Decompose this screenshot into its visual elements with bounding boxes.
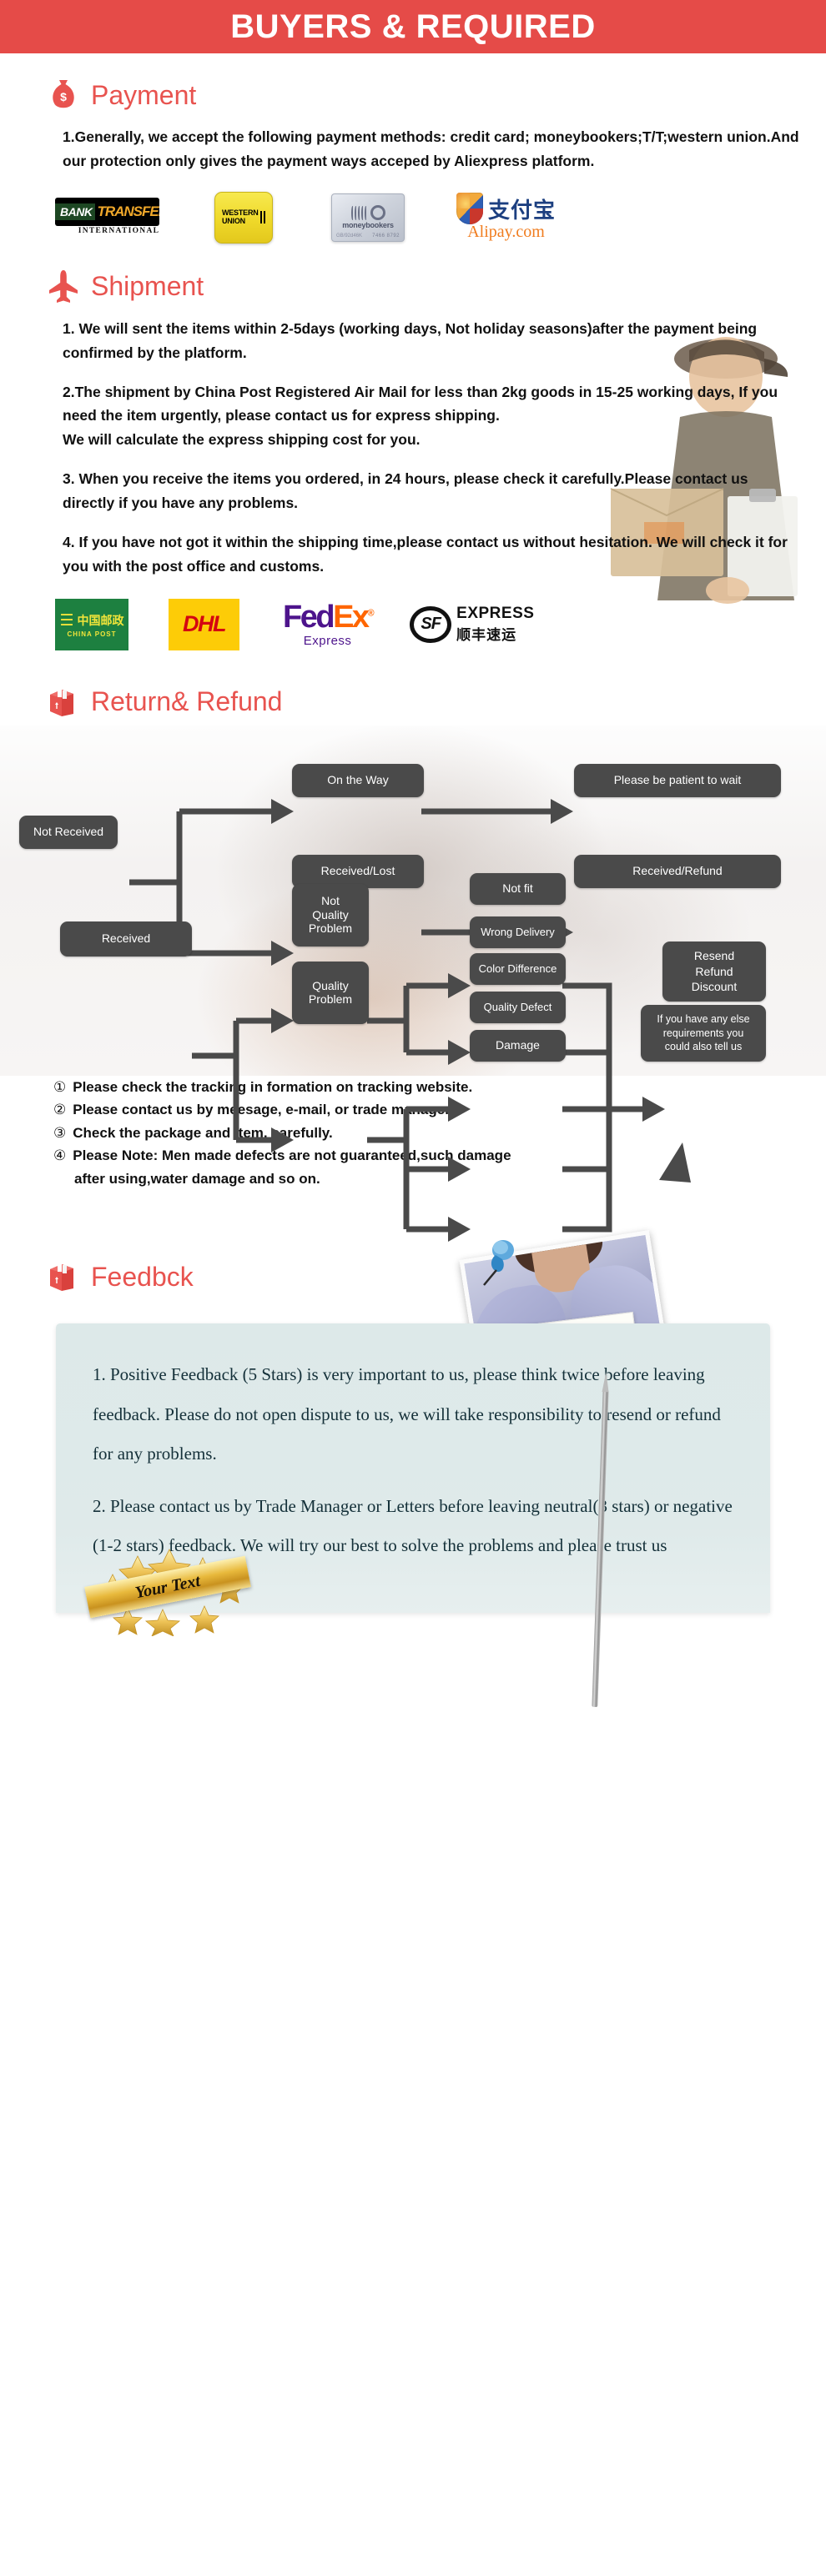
return-refund-flowchart: Not Received On the Way Please be patien…	[0, 725, 826, 1242]
push-pin-icon	[481, 1238, 519, 1288]
moneybookers-waves-icon	[350, 205, 385, 221]
payment-logos: BANK TRANSFER INTERNATIONAL WESTERN UNIO…	[0, 191, 826, 244]
shipment-paragraph-2: 2.The shipment by China Post Registered …	[63, 383, 778, 424]
flow-node-please-be-patient: Please be patient to wait	[574, 763, 781, 797]
china-post-english: CHINA POST	[67, 630, 117, 638]
package-box-icon	[46, 684, 81, 721]
fedex-sub: Express	[303, 633, 352, 648]
alipay-domain: Alipay.com	[467, 223, 545, 242]
payment-body: 1.Generally, we accept the following pay…	[0, 125, 826, 173]
alipay-shield-icon	[456, 193, 483, 225]
airplane-icon	[46, 269, 81, 305]
shipment-paragraph-1: 1. We will sent the items within 2-5days…	[63, 319, 758, 361]
china-post-chinese: 中国邮政	[77, 614, 124, 628]
money-bag-icon: $	[46, 77, 81, 113]
flow-node-received: Received	[60, 921, 192, 957]
western-union-logo: WESTERN UNION	[214, 191, 273, 244]
fedex-part1: Fed	[283, 599, 335, 635]
fedex-logo: FedEx® Express	[283, 599, 375, 648]
bank-transfer-primary: BANK	[55, 203, 96, 220]
payment-heading: Payment	[91, 79, 197, 110]
sf-mark: SF	[421, 615, 441, 634]
shipment-section-header: Shipment	[0, 269, 826, 305]
alipay-chinese: 支付宝	[488, 198, 557, 223]
alipay-logo: 支付宝 Alipay.com	[456, 193, 556, 242]
dhl-wordmark: DHL	[183, 611, 227, 637]
bank-transfer-logo: BANK TRANSFER INTERNATIONAL	[55, 197, 160, 238]
carrier-logos: ☰ 中国邮政 CHINA POST DHL FedEx® Express SF …	[0, 598, 826, 650]
return-refund-heading: Return& Refund	[91, 686, 283, 717]
payment-paragraph: 1.Generally, we accept the following pay…	[63, 128, 799, 169]
flow-node-on-the-way: On the Way	[292, 763, 424, 797]
flow-node-not-received: Not Received	[19, 815, 118, 849]
flow-node-not-quality-problem: Not Quality Problem	[292, 883, 369, 947]
moneybookers-label: moneybookers	[342, 221, 394, 230]
sf-english: EXPRESS	[456, 605, 535, 623]
package-box-icon	[46, 1258, 81, 1295]
moneybookers-logo: moneybookers GB/92d46K 7466 8792	[331, 193, 405, 242]
page-header: BUYERS & REQUIRED	[0, 0, 826, 53]
svg-text:$: $	[60, 90, 67, 103]
bank-transfer-sub: INTERNATIONAL	[78, 226, 160, 235]
shipment-body: 1. We will sent the items within 2-5days…	[0, 317, 826, 604]
flow-node-received-lost: Received/Lost	[292, 854, 424, 888]
wu-bars-icon	[259, 211, 266, 224]
flow-node-quality-problem: Quality Problem	[292, 961, 369, 1024]
star-badge: Your Text	[81, 1538, 256, 1636]
moneybookers-code2: GB/92d46K	[336, 233, 363, 239]
flow-node-quality-defect: Quality Defect	[470, 991, 566, 1023]
flow-node-damage: Damage	[470, 1029, 566, 1062]
return-refund-section-header: Return& Refund	[0, 684, 826, 721]
feedback-heading: Feedbck	[91, 1261, 194, 1292]
flow-node-wrong-delivery: Wrong Delivery	[470, 916, 566, 948]
star-badge-text: Your Text	[133, 1570, 202, 1602]
payment-section-header: $ Payment	[0, 77, 826, 113]
feedback-paragraph-1: 1. Positive Feedback (5 Stars) is very i…	[93, 1364, 721, 1464]
flow-node-resend-refund-discount: Resend Refund Discount	[662, 941, 766, 1002]
page-title: BUYERS & REQUIRED	[230, 8, 596, 45]
china-post-logo: ☰ 中国邮政 CHINA POST	[55, 598, 128, 650]
flow-node-tell-us-callout: If you have any else requirements you co…	[641, 1004, 766, 1062]
shipment-paragraph-3: We will calculate the express shipping c…	[63, 431, 421, 449]
flow-node-color-difference: Color Difference	[470, 952, 566, 985]
sf-express-logo: SF EXPRESS 顺丰速运	[409, 605, 534, 644]
sf-chinese: 顺丰速运	[456, 627, 517, 645]
feedback-panel: 1. Positive Feedback (5 Stars) is very i…	[56, 1323, 770, 1708]
shipment-heading: Shipment	[91, 271, 204, 302]
fedex-part2: Ex	[333, 599, 370, 635]
feedback-section-header: Feedbck	[0, 1223, 826, 1295]
china-post-emblem-icon: ☰	[59, 610, 74, 630]
moneybookers-code: 7466 8792	[372, 233, 400, 239]
flow-node-received-refund: Received/Refund	[574, 854, 781, 888]
flow-node-not-fit: Not fit	[470, 872, 566, 905]
wu-line2: UNION	[221, 216, 245, 225]
feedback-header-area: Feedbck Feedback	[0, 1223, 826, 1408]
shipment-paragraph-4: 3. When you receive the items you ordere…	[63, 470, 748, 511]
dhl-logo: DHL	[169, 598, 239, 650]
shipment-paragraph-5: 4. If you have not got it within the shi…	[63, 533, 788, 575]
fedex-registered-icon: ®	[367, 607, 375, 618]
bank-transfer-secondary: TRANSFER	[97, 203, 159, 219]
